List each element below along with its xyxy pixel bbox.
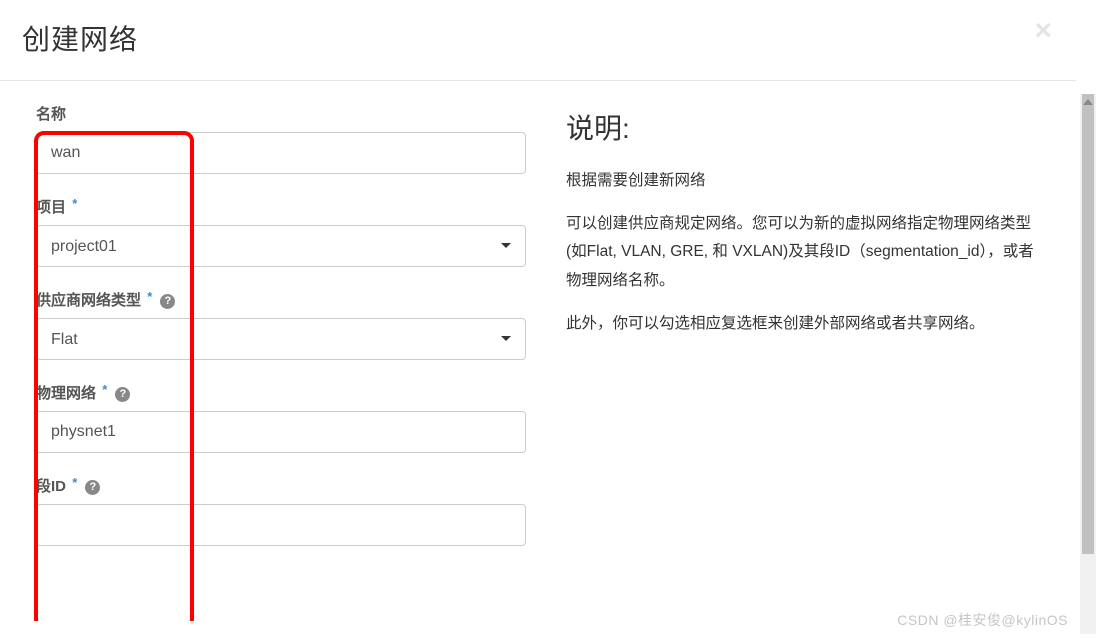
form-group-provider-type: 供应商网络类型 * ? Flat (36, 289, 526, 360)
physical-network-input[interactable] (36, 411, 526, 453)
provider-type-select[interactable]: Flat (36, 318, 526, 360)
form-group-name: 名称 (36, 103, 526, 174)
segment-id-input[interactable] (36, 504, 526, 546)
provider-type-label-text: 供应商网络类型 (36, 292, 141, 309)
help-icon[interactable]: ? (160, 294, 175, 309)
physical-network-label-text: 物理网络 (36, 385, 96, 402)
name-label: 名称 (36, 103, 526, 124)
modal-header: 创建网络 × (0, 0, 1076, 81)
help-icon[interactable]: ? (85, 480, 100, 495)
provider-type-select-wrapper: Flat (36, 318, 526, 360)
close-icon[interactable]: × (1034, 16, 1052, 46)
project-select-wrapper: project01 (36, 225, 526, 267)
project-select[interactable]: project01 (36, 225, 526, 267)
create-network-modal: 创建网络 × 名称 项目 * project01 (0, 0, 1076, 621)
help-icon[interactable]: ? (115, 387, 130, 402)
description-column: 说明: 根据需要创建新网络 可以创建供应商规定网络。您可以为新的虚拟网络指定物理… (566, 103, 1040, 621)
form-group-project: 项目 * project01 (36, 196, 526, 267)
scroll-up-icon[interactable] (1080, 94, 1096, 110)
modal-body: 名称 项目 * project01 (0, 81, 1076, 621)
modal-title: 创建网络 (22, 18, 138, 58)
required-star-icon: * (72, 196, 77, 211)
required-star-icon: * (102, 382, 107, 397)
project-label: 项目 * (36, 196, 526, 217)
name-input[interactable] (36, 132, 526, 174)
project-label-text: 项目 (36, 199, 66, 216)
segment-id-label: 段ID * ? (36, 475, 526, 496)
description-title: 说明: (566, 107, 1040, 147)
required-star-icon: * (72, 475, 77, 490)
segment-id-label-text: 段ID (36, 478, 66, 495)
form-column: 名称 项目 * project01 (36, 103, 526, 621)
form-group-segment-id: 段ID * ? (36, 475, 526, 546)
form-group-physical-network: 物理网络 * ? (36, 382, 526, 453)
scrollbar-thumb[interactable] (1082, 94, 1094, 554)
watermark: CSDN @桂安俊@kylinOS (897, 610, 1068, 630)
description-p1: 根据需要创建新网络 (566, 167, 1040, 196)
scrollbar-track[interactable] (1080, 94, 1096, 634)
physical-network-label: 物理网络 * ? (36, 382, 526, 403)
description-p2: 可以创建供应商规定网络。您可以为新的虚拟网络指定物理网络类型(如Flat, VL… (566, 210, 1040, 296)
description-p3: 此外，你可以勾选相应复选框来创建外部网络或者共享网络。 (566, 310, 1040, 339)
required-star-icon: * (147, 289, 152, 304)
provider-type-label: 供应商网络类型 * ? (36, 289, 526, 310)
